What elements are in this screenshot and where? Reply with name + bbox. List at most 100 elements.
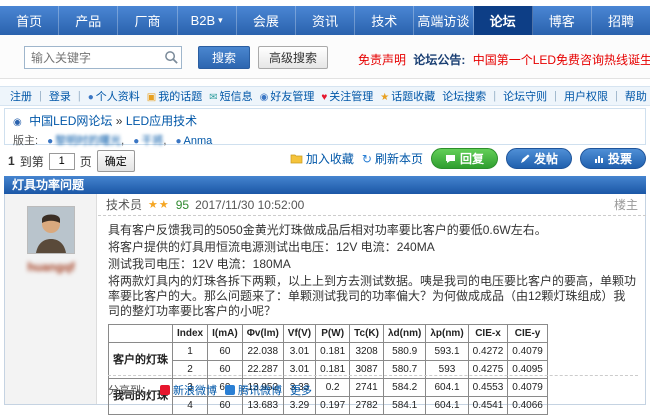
breadcrumb-forum-root[interactable]: 中国LED网论坛 (29, 114, 112, 128)
friends-link[interactable]: ◉好友管理 (260, 88, 315, 104)
login-link[interactable]: 登录 (49, 88, 71, 104)
friends-icon: ◉ (260, 92, 269, 103)
user-rank: 技术员 (106, 196, 142, 213)
nav-label: 产品 (75, 11, 101, 30)
pager-action-row: 1 到第 页 确定 加入收藏 ↻ 刷新本页 回复 发帖 投票 (4, 148, 646, 172)
refresh-page-link[interactable]: ↻ 刷新本页 (362, 150, 423, 167)
cell: 604.1 (426, 397, 468, 415)
col-header: λp(nm) (426, 325, 468, 343)
tencent-weibo-icon (225, 385, 235, 395)
profile-label: 个人资料 (96, 91, 140, 103)
announcement-text[interactable]: 中国第一个LED免费咨询热线诞生啦！ (473, 53, 650, 67)
reply-label: 回复 (460, 150, 484, 167)
separator (493, 90, 496, 102)
chevron-down-icon: ▾ (218, 15, 223, 26)
register-link[interactable]: 注册 (10, 88, 32, 104)
forum-rules-link[interactable]: 论坛守则 (503, 88, 547, 104)
nav-item-products[interactable]: 产品 (59, 6, 118, 35)
refresh-icon: ↻ (362, 152, 372, 166)
goto-page-label: 到第 (20, 153, 44, 170)
moderator-label: 版主: (13, 135, 38, 147)
table-row: 客户的灯珠 1 60 22.038 3.01 0.181 3208 580.9 … (109, 343, 548, 361)
nav-label: 高端访谈 (417, 11, 469, 30)
nav-label: 技术 (371, 11, 397, 30)
moderator-list: 版主: ●黎明时的曙光, ●干将, ●Anma (13, 132, 637, 148)
topic-fav-link[interactable]: ★话题收藏 (380, 88, 435, 104)
help-link[interactable]: 帮助 (625, 88, 647, 104)
add-favorite-link[interactable]: 加入收藏 (290, 150, 354, 167)
comma: , (163, 135, 166, 147)
my-topics-link[interactable]: ▣我的话题 (147, 88, 202, 104)
permissions-link[interactable]: 用户权限 (564, 88, 608, 104)
cell: 60 (208, 397, 243, 415)
disclaimer-link[interactable]: 免责声明 (358, 53, 406, 67)
nav-item-interview[interactable]: 高端访谈 (414, 6, 473, 35)
avatar[interactable] (27, 206, 75, 254)
search-input[interactable] (24, 46, 182, 69)
avatar-image (28, 207, 74, 253)
separator (39, 90, 42, 102)
user-link-bar: 注册 登录 ●个人资料 ▣我的话题 ✉短信息 ◉好友管理 ♥关注管理 ★话题收藏… (0, 86, 650, 106)
nav-item-news[interactable]: 资讯 (296, 6, 355, 35)
nav-item-blog[interactable]: 博客 (533, 6, 592, 35)
separator (615, 90, 618, 102)
new-post-button[interactable]: 发帖 (506, 148, 572, 169)
page-confirm-button[interactable]: 确定 (97, 150, 135, 172)
breadcrumb-current-board[interactable]: LED应用技术 (126, 114, 197, 128)
col-header: Vf(V) (283, 325, 315, 343)
favorites-icon: ★ (380, 92, 389, 103)
reply-icon (445, 154, 456, 164)
col-header: λd(nm) (383, 325, 425, 343)
vote-icon (594, 154, 604, 164)
cell: 593.1 (426, 343, 468, 361)
vote-button[interactable]: 投票 (580, 148, 646, 169)
forum-search-link[interactable]: 论坛搜索 (442, 88, 486, 104)
nav-item-jobs[interactable]: 招聘 (592, 6, 650, 35)
vote-label: 投票 (608, 150, 632, 167)
forum-notice: 免责声明 论坛公告: 中国第一个LED免费咨询热线诞生啦！ (358, 51, 650, 68)
messages-link[interactable]: ✉短信息 (209, 88, 252, 104)
post-icon (520, 154, 530, 164)
pager: 1 到第 页 确定 (8, 150, 135, 172)
col-header: Φv(lm) (242, 325, 283, 343)
new-post-label: 发帖 (534, 150, 558, 167)
moderator-link[interactable]: 干将 (141, 135, 163, 147)
col-header: CIE-x (468, 325, 508, 343)
cell: 0.4541 (468, 397, 508, 415)
reply-button[interactable]: 回复 (431, 148, 498, 169)
moderator-link[interactable]: Anma (184, 135, 213, 147)
nav-item-tech[interactable]: 技术 (355, 6, 414, 35)
nav-item-vendors[interactable]: 厂商 (118, 6, 177, 35)
nav-item-home[interactable]: 首页 (0, 6, 59, 35)
nav-item-b2b[interactable]: B2B ▾ (178, 6, 237, 35)
advanced-search-button[interactable]: 高级搜索 (258, 46, 328, 69)
separator (554, 90, 557, 102)
share-sina-link[interactable]: 新浪微博 (160, 382, 217, 398)
share-sina-label: 新浪微博 (173, 382, 217, 398)
profile-link[interactable]: ●个人资料 (88, 88, 140, 104)
moderator-icon: ● (47, 136, 53, 147)
post-main: 技术员 ★★ 95 2017/11/30 10:52:00 楼主 具有客户反馈我… (98, 194, 646, 404)
table-header-row: Index I(mA) Φv(lm) Vf(V) P(W) Tc(K) λd(n… (109, 325, 548, 343)
search-button[interactable]: 搜索 (198, 46, 250, 69)
led-test-table: Index I(mA) Φv(lm) Vf(V) P(W) Tc(K) λd(n… (108, 324, 548, 415)
cell: 1 (173, 343, 208, 361)
post-username[interactable]: huangqf (5, 260, 97, 274)
cell: 0.181 (316, 343, 350, 361)
nav-item-forum[interactable]: 论坛 (474, 6, 533, 35)
cell: 0.4272 (468, 343, 508, 361)
cell: 3208 (350, 343, 384, 361)
cell: 584.1 (383, 397, 425, 415)
nav-label: 厂商 (134, 11, 160, 30)
nav-item-expo[interactable]: 会展 (237, 6, 296, 35)
cell: 0.4066 (508, 397, 548, 415)
share-tencent-link[interactable]: 腾讯微博 (225, 382, 282, 398)
follow-link[interactable]: ♥关注管理 (321, 88, 373, 104)
breadcrumb: ◉ 中国LED网论坛 » LED应用技术 (13, 112, 637, 129)
friends-label: 好友管理 (270, 91, 314, 103)
cell: 13.683 (242, 397, 283, 415)
page-number-input[interactable] (49, 153, 75, 170)
moderator-icon: ● (133, 136, 139, 147)
share-more-link[interactable]: 更多 (290, 382, 312, 398)
moderator-link[interactable]: 黎明时的曙光 (55, 135, 121, 147)
